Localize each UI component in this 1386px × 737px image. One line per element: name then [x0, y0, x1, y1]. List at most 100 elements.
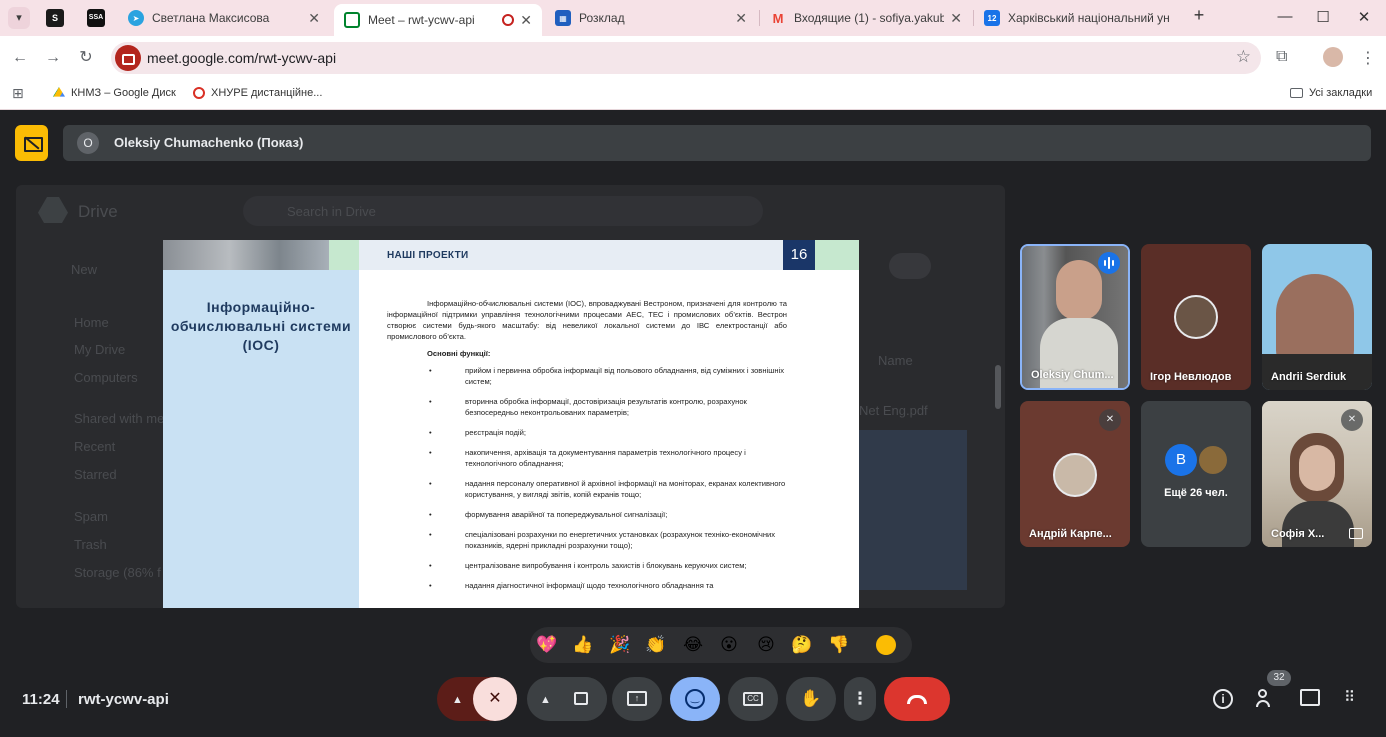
slide-header: НАШІ ПРОЕКТИ	[359, 240, 783, 270]
bookmark-star-icon[interactable]: ☆	[1236, 47, 1251, 67]
apps-grid-icon[interactable]: ⊞	[12, 85, 24, 102]
activities-button[interactable]: ⠿	[1344, 689, 1362, 707]
tab-gmail[interactable]: M Входящие (1) - sofiya.yakubov ✕	[760, 0, 972, 36]
tab-schedule[interactable]: ▦ Розклад ✕	[545, 0, 757, 36]
pinned-tab-ssa[interactable]: SSA	[87, 9, 105, 27]
close-tab-icon[interactable]: ✕	[520, 12, 532, 29]
tab-title: Meet – rwt-ycwv-api	[368, 13, 475, 27]
mic-options-chevron-icon[interactable]: ▲	[452, 694, 463, 706]
drive-new-label: New	[71, 262, 98, 277]
slide-header-photo	[163, 240, 329, 270]
reaction-thumbs-up[interactable]: 👍	[572, 634, 594, 656]
drive-nav-item: Computers	[74, 370, 138, 385]
participant-name: Andrii Serdiuk	[1271, 371, 1347, 383]
camera-icon	[574, 692, 588, 705]
folder-icon	[1290, 88, 1303, 98]
people-button[interactable]	[1256, 689, 1276, 709]
reaction-heart[interactable]: 💖	[536, 634, 558, 656]
maximize-button[interactable]: ☐	[1313, 8, 1333, 26]
extensions-icon[interactable]: ⧉	[1276, 48, 1287, 66]
captions-button[interactable]: CC	[728, 677, 778, 721]
stop-presentation-icon[interactable]	[15, 125, 48, 161]
participant-tile[interactable]: Andrii Serdiuk	[1262, 244, 1372, 390]
reaction-party[interactable]: 🎉	[609, 634, 631, 656]
slide-list-item: формування аварійної та попереджувальної…	[387, 509, 787, 520]
reaction-sad[interactable]: 😢	[755, 634, 777, 656]
reload-button[interactable]: ↻	[76, 48, 96, 68]
avatar	[1053, 453, 1097, 497]
slide-list-item: вторинна обробка інформації, достовіриза…	[387, 396, 787, 418]
tab-telegram[interactable]: ➤ Светлана Максисова ✕	[118, 0, 330, 36]
profile-avatar[interactable]	[1323, 47, 1343, 67]
captions-icon: CC	[743, 692, 763, 706]
camera-options-chevron-icon[interactable]: ▲	[540, 694, 551, 706]
participant-name: Ігор Невлюдов	[1150, 371, 1232, 383]
bookmark-label: КНМЗ – Google Диск	[71, 87, 176, 99]
reaction-thumbs-down[interactable]: 👎	[828, 634, 850, 656]
camera-control: ▲	[527, 677, 607, 721]
back-button[interactable]: ←	[10, 48, 30, 68]
forward-button[interactable]: →	[43, 48, 63, 68]
drive-nav-item: Starred	[74, 467, 117, 482]
presenter-label: Oleksiy Chumachenko (Показ)	[114, 135, 304, 150]
tab-title: Входящие (1) - sofiya.yakubov	[794, 11, 945, 25]
nure-icon	[193, 87, 205, 99]
meet-icon	[344, 12, 360, 28]
present-screen-button[interactable]: ↑	[612, 677, 662, 721]
hand-icon: ✋	[800, 689, 822, 708]
bookmark-drive[interactable]: КНМЗ – Google Диск	[53, 87, 176, 99]
drive-nav-item: My Drive	[74, 342, 126, 357]
raise-hand-button[interactable]: ✋	[786, 677, 836, 721]
participant-tile[interactable]: Ігор Невлюдов	[1141, 244, 1251, 390]
slide-list-item: накопичення, архівація та документування…	[387, 447, 787, 469]
meeting-details-button[interactable]: i	[1213, 689, 1233, 709]
more-participants-tile[interactable]: B Ещё 26 чел.	[1141, 401, 1251, 547]
presenter-avatar: O	[77, 132, 99, 154]
avatar	[1197, 444, 1229, 476]
chat-button[interactable]	[1300, 689, 1320, 706]
emoji-icon: ‿	[685, 689, 705, 709]
site-info-icon[interactable]	[115, 45, 141, 71]
url-text: meet.google.com/rwt-ycwv-api	[147, 50, 337, 66]
camera-button[interactable]	[563, 677, 607, 721]
tab-search-button[interactable]: ▾	[8, 7, 30, 29]
drive-nav-item: Recent	[74, 439, 116, 454]
chrome-menu-icon[interactable]: ⋮	[1360, 48, 1376, 68]
pip-icon[interactable]	[1349, 528, 1363, 539]
address-bar[interactable]: meet.google.com/rwt-ycwv-api ☆	[111, 42, 1261, 74]
close-window-button[interactable]: ✕	[1354, 8, 1374, 26]
shared-screen: Drive Search in Drive New Home My Drive …	[16, 185, 1005, 608]
avatar	[1174, 295, 1218, 339]
all-bookmarks[interactable]: Усі закладки	[1290, 87, 1372, 99]
tab-meet[interactable]: Meet – rwt-ycwv-api ✕	[334, 4, 542, 36]
reaction-clap[interactable]: 👏	[645, 634, 667, 656]
slide-list-item: спеціалізовані розрахунки по енергетични…	[387, 529, 787, 551]
reaction-thinking[interactable]: 🤔	[791, 634, 813, 656]
participant-tile[interactable]: ✕ Андрій Карпе...	[1020, 401, 1130, 547]
muted-mic-icon: ✕	[1099, 409, 1121, 431]
close-tab-icon[interactable]: ✕	[735, 10, 747, 27]
close-tab-icon[interactable]: ✕	[950, 10, 962, 27]
browser-tab-bar: ▾ S SSA ➤ Светлана Максисова ✕ Meet – rw…	[0, 0, 1386, 36]
participant-tile[interactable]: ✕ Софія Х...	[1262, 401, 1372, 547]
present-icon: ↑	[627, 691, 647, 706]
tab-university[interactable]: 12 Харківський національний ун	[974, 0, 1182, 36]
minimize-button[interactable]: —	[1275, 8, 1295, 25]
mic-off-button[interactable]: ✕	[473, 677, 517, 721]
reactions-button[interactable]: ‿	[670, 677, 720, 721]
hang-up-icon	[907, 695, 927, 704]
leave-call-button[interactable]	[884, 677, 950, 721]
reaction-laugh[interactable]: 😂	[682, 634, 704, 656]
meeting-code: rwt-ycwv-api	[78, 691, 169, 708]
skin-tone-picker[interactable]	[876, 635, 896, 655]
participant-tile[interactable]: Oleksiy Chum...	[1020, 244, 1130, 390]
drive-scrollbar	[995, 365, 1001, 409]
close-tab-icon[interactable]: ✕	[308, 10, 320, 27]
presentation-slide: НАШІ ПРОЕКТИ 16 Інформаційно-обчислюваль…	[163, 240, 859, 608]
reaction-surprised[interactable]: 😮	[718, 634, 740, 656]
bookmark-label: ХНУРЕ дистанційне...	[211, 87, 323, 99]
more-options-button[interactable]: ⋮	[844, 677, 876, 721]
new-tab-button[interactable]: +	[1189, 5, 1209, 26]
bookmark-nure[interactable]: ХНУРЕ дистанційне...	[193, 87, 322, 99]
pinned-tab-s[interactable]: S	[46, 9, 64, 27]
